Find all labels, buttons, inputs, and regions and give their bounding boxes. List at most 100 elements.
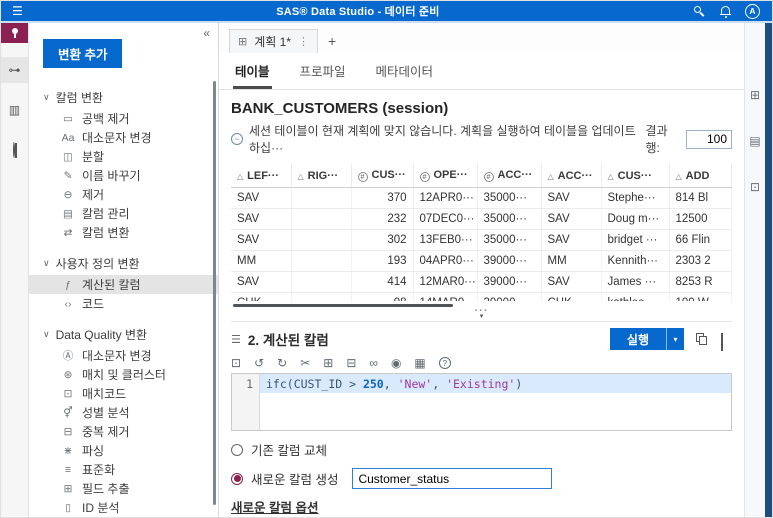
run-button-label[interactable]: 실행: [610, 328, 666, 350]
panel-splitter[interactable]: ··· ▾: [231, 308, 732, 321]
right-edge-strip: [765, 23, 772, 517]
section-header-2[interactable]: ∨Data Quality 변환: [29, 323, 218, 346]
new-column-name-input[interactable]: [352, 468, 552, 489]
code-editor[interactable]: 1 ifc(CUST_ID > 250, 'New', 'Existing'): [231, 373, 732, 431]
deduplicate-icon: ⊟: [61, 426, 75, 438]
sidebar-item-dq-change-case[interactable]: Ⓐ대소문자 변경: [29, 346, 218, 365]
open-program-icon[interactable]: ⊡: [231, 357, 241, 369]
column-header[interactable]: #OPE···: [413, 164, 477, 188]
column-header[interactable]: △RIG···: [291, 164, 351, 188]
character-type-icon: △: [676, 172, 682, 181]
sidebar-item-standardize[interactable]: ≡표준화: [29, 460, 218, 479]
sidebar-item-split[interactable]: ◫분할: [29, 147, 218, 166]
table-row[interactable]: SAV30213FEB0···35000···SAVbridget ···66 …: [231, 230, 731, 251]
new-column-radio[interactable]: [231, 473, 243, 485]
sidebar-item-parsing[interactable]: ⋇파싱: [29, 441, 218, 460]
lightbulb-icon[interactable]: [1, 137, 28, 163]
replace-column-radio[interactable]: [231, 444, 243, 456]
help-icon[interactable]: ?: [439, 357, 451, 369]
manage-columns-icon[interactable]: ⊞: [750, 89, 760, 101]
sidebar-scrollbar[interactable]: [213, 81, 216, 505]
undo-icon[interactable]: ↺: [254, 357, 264, 369]
column-header[interactable]: △ADD: [669, 164, 731, 188]
cell: SAV: [231, 188, 291, 209]
table-row[interactable]: MM19304APR0···39000···MMKennith···2303 2: [231, 251, 731, 272]
cell: 04APR0···: [413, 251, 477, 272]
new-column-options-link[interactable]: 새로운 칼럼 옵션: [231, 497, 318, 516]
find-replace-icon[interactable]: ∞: [369, 357, 378, 369]
tab-menu-icon[interactable]: ⋮: [298, 35, 309, 48]
key-icon[interactable]: ⊶: [1, 57, 28, 83]
paste-icon[interactable]: ⊟: [346, 357, 356, 369]
duplicate-step-icon[interactable]: [696, 333, 709, 346]
menu-icon[interactable]: ☰: [12, 5, 23, 17]
section-header-0[interactable]: ∨칼럼 변환: [29, 86, 218, 109]
cell: CHK: [231, 293, 291, 302]
column-header-label: CUS···: [372, 169, 406, 181]
transform-tree: ∨칼럼 변환▭공백 제거Aa대소문자 변경◫분할✎이름 바꾸기⊖제거▤칼럼 관리…: [29, 86, 218, 517]
collapse-sidebar-icon[interactable]: «: [203, 26, 210, 40]
new-plan-tab-button[interactable]: +: [328, 33, 336, 49]
cell: 07DEC0···: [413, 209, 477, 230]
tree-section: ∨사용자 정의 변환ƒ계산된 칼럼‹›코드: [29, 252, 218, 313]
column-header[interactable]: #ACC···: [477, 164, 541, 188]
sidebar-item-rename[interactable]: ✎이름 바꾸기: [29, 166, 218, 185]
tab-테이블[interactable]: 테이블: [233, 53, 272, 89]
pin-icon[interactable]: [1, 23, 28, 43]
column-header[interactable]: △LEF···: [231, 164, 291, 188]
sidebar-item-manage-columns[interactable]: ▤칼럼 관리: [29, 204, 218, 223]
tab-프로파일[interactable]: 프로파일: [298, 53, 348, 89]
cell: 35000···: [477, 188, 541, 209]
column-header[interactable]: △ACC···: [541, 164, 601, 188]
sidebar-item-match-cluster[interactable]: ⊛매치 및 클러스터: [29, 365, 218, 384]
cell: SAV: [541, 272, 601, 293]
cut-icon[interactable]: ✂: [300, 357, 310, 369]
properties-icon[interactable]: ▤: [749, 135, 760, 147]
tab-메타데이터[interactable]: 메타데이터: [374, 53, 436, 89]
cell: 35000···: [477, 209, 541, 230]
sidebar-item-label: 칼럼 변환: [82, 224, 130, 241]
copy-icon[interactable]: ⊞: [323, 357, 333, 369]
sidebar-item-calculated-column[interactable]: ƒ계산된 칼럼: [29, 275, 218, 294]
code-line[interactable]: ifc(CUST_ID > 250, 'New', 'Existing'): [260, 374, 731, 393]
redo-icon[interactable]: ↻: [277, 357, 287, 369]
table-panel-icon[interactable]: ▥: [1, 97, 28, 123]
table-row[interactable]: SAV23207DEC0···35000···SAVDoug m···12500: [231, 209, 731, 230]
column-header[interactable]: △CUS···: [601, 164, 669, 188]
result-rows-input[interactable]: [686, 130, 732, 149]
sidebar-item-field-extraction[interactable]: ⊞필드 추출: [29, 479, 218, 498]
cell: Doug m···: [601, 209, 669, 230]
sidebar-item-deduplicate[interactable]: ⊟중복 제거: [29, 422, 218, 441]
tab-plan-1[interactable]: ⊞ 계획 1* ⋮: [229, 29, 318, 53]
sidebar-item-code[interactable]: ‹›코드: [29, 294, 218, 313]
sidebar-item-id-analysis[interactable]: ▯ID 분석: [29, 498, 218, 517]
sidebar-item-gender-analysis[interactable]: ⚥성별 분석: [29, 403, 218, 422]
top-bar: ☰ SAS® Data Studio - 데이터 준비 A: [1, 1, 772, 23]
add-transform-button[interactable]: 변환 추가: [43, 39, 122, 68]
table-row[interactable]: SAV37012APR0···35000···SAVStephe···814 B…: [231, 188, 731, 209]
sidebar-item-remove[interactable]: ⊖제거: [29, 185, 218, 204]
cell: 35000···: [477, 230, 541, 251]
grid-hscrollbar-thumb[interactable]: [233, 304, 453, 307]
sidebar-item-trim-whitespace[interactable]: ▭공백 제거: [29, 109, 218, 128]
table-row[interactable]: SAV41412MAR0···39000···SAVJames ···8253 …: [231, 272, 731, 293]
print-icon[interactable]: ▦: [414, 357, 425, 369]
matchcode-icon: ⊡: [61, 388, 75, 400]
cell: CHK: [541, 293, 601, 302]
section-header-1[interactable]: ∨사용자 정의 변환: [29, 252, 218, 275]
notifications-icon[interactable]: [719, 5, 732, 18]
delete-step-icon[interactable]: [721, 333, 732, 346]
column-header[interactable]: #CUS···: [351, 164, 413, 188]
sidebar-item-matchcode[interactable]: ⊡매치코드: [29, 384, 218, 403]
comment-icon[interactable]: ⊡: [750, 181, 760, 193]
code-icon: ‹›: [61, 298, 75, 310]
clear-icon[interactable]: ◉: [391, 357, 401, 369]
search-icon[interactable]: [693, 5, 706, 18]
run-button[interactable]: 실행 ▾: [610, 328, 684, 350]
cell: 8253 R: [669, 272, 731, 293]
sidebar-item-change-case[interactable]: Aa대소문자 변경: [29, 128, 218, 147]
avatar[interactable]: A: [745, 4, 760, 19]
run-dropdown-icon[interactable]: ▾: [666, 328, 684, 350]
table-row[interactable]: CHK9814MAR9···39000···CHKkathlee···100 W: [231, 293, 731, 302]
sidebar-item-convert-column[interactable]: ⇄칼럼 변환: [29, 223, 218, 242]
